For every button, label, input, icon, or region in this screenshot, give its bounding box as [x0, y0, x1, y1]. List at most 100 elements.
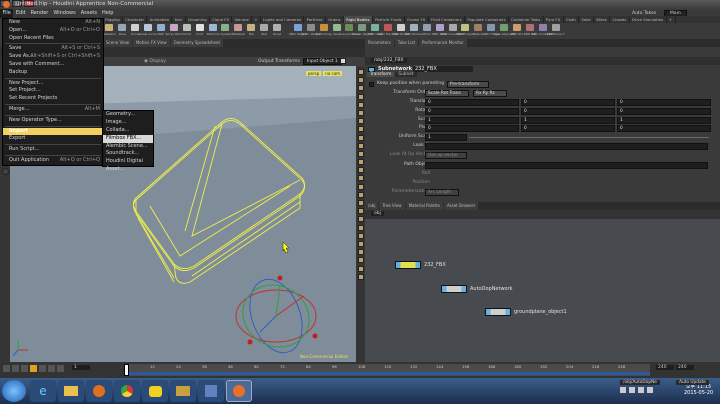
fast-forward-button[interactable]: [57, 365, 64, 372]
viewport-display-icon[interactable]: [357, 167, 364, 174]
shelf-tab-hair[interactable]: Hair: [172, 16, 186, 23]
menu-assets[interactable]: Assets: [78, 9, 99, 18]
file-menu-item-export[interactable]: Export: [3, 135, 103, 143]
tab-tree-view[interactable]: Tree View: [379, 202, 405, 210]
shelf-tool-pose[interactable]: Pose: [116, 23, 129, 39]
shelf-tab-add[interactable]: +: [252, 16, 261, 23]
viewport-display-icon[interactable]: [357, 77, 364, 84]
import-item-soundtrack[interactable]: Soundtrack...: [103, 150, 153, 158]
stop-button[interactable]: [30, 365, 37, 372]
tab-asset-browser[interactable]: Asset Browser: [443, 202, 479, 210]
shelf-tab-add[interactable]: +: [667, 16, 676, 23]
ie-icon[interactable]: e: [30, 380, 56, 402]
step-forward-button[interactable]: [48, 365, 55, 372]
viewport-display-icon[interactable]: [357, 126, 364, 133]
shelf-tool-glue-adjacent[interactable]: Glue Adjacent: [494, 23, 515, 39]
import-item-alembic-scene[interactable]: Alembic Scene...: [103, 143, 153, 151]
menu-file[interactable]: File: [0, 9, 14, 18]
file-menu-item-quit-application[interactable]: Quit Application Alt+Q or Ctrl+Q: [3, 157, 103, 165]
range-end-field[interactable]: 240: [676, 365, 694, 370]
file-menu-item-save-as[interactable]: Save As... Alt+Shift+S or Ctrl+Shift+S: [3, 53, 103, 61]
import-item-collada[interactable]: Collada...: [103, 127, 153, 135]
import-item-image[interactable]: Image...: [103, 119, 153, 127]
file-menu-item-save[interactable]: Save Alt+S or Ctrl+S: [3, 45, 103, 53]
shelf-tool-glue[interactable]: Glue: [330, 23, 343, 39]
tab-transform[interactable]: Transform: [367, 72, 395, 77]
shelf-tab-volume[interactable]: Volume: [232, 16, 253, 23]
shelf-tool-deforming[interactable]: Deforming: [316, 23, 332, 39]
shelf-tool-debris[interactable]: Debris: [472, 23, 485, 39]
network-path[interactable]: obj: [371, 211, 384, 216]
viewport-display-icon[interactable]: [357, 101, 364, 108]
node-232-fbx[interactable]: 232_FBX: [395, 261, 446, 269]
file-menu-item-run-script[interactable]: Run Script...: [3, 146, 103, 154]
viewport-display-icon[interactable]: [357, 69, 364, 75]
viewport-display-icon[interactable]: [357, 208, 364, 215]
scale-field-y[interactable]: 1: [521, 116, 615, 124]
shelf-tool-terrain-object[interactable]: Terrain Object: [352, 23, 373, 39]
translate-field-z[interactable]: 0: [617, 99, 711, 106]
volume-icon[interactable]: [629, 387, 635, 393]
input-object-select[interactable]: Input Object 1: [303, 58, 342, 65]
kakaotalk-icon[interactable]: [142, 380, 168, 402]
start-button[interactable]: [2, 380, 26, 402]
menu-render[interactable]: Render: [28, 9, 51, 18]
viewport-display-icon[interactable]: [357, 216, 364, 223]
shelf-tab-grains[interactable]: Grains: [326, 16, 344, 23]
cam-menu[interactable]: no cam: [323, 71, 343, 76]
translate-field-y[interactable]: 0: [521, 99, 615, 106]
houdini-taskbar-icon[interactable]: [226, 380, 252, 402]
shelf-tab-cloud-fx[interactable]: Cloud FX: [210, 16, 233, 23]
shelf-tab-solid[interactable]: Solid: [579, 16, 594, 23]
scale-field-z[interactable]: 1: [617, 116, 711, 124]
subnet-node-body[interactable]: [395, 261, 421, 269]
look-at-field[interactable]: [425, 143, 708, 150]
shelf-tab-animation[interactable]: Animation: [147, 16, 173, 23]
scale-field-x[interactable]: 1: [425, 116, 519, 124]
file-menu-item-set-project[interactable]: Set Project...: [3, 87, 103, 95]
shelf-tab-fluid-containers[interactable]: Fluid Containers: [429, 16, 466, 23]
keep-position-select[interactable]: Pre-transform: [447, 81, 489, 88]
display-options-button[interactable]: ◉ Display: [144, 59, 166, 64]
viewport-display-icon[interactable]: [357, 249, 364, 256]
file-menu-item-open[interactable]: Open... Alt+O or Ctrl+O: [3, 27, 103, 35]
shelf-tool-rbd-car[interactable]: RBD Car: [524, 23, 537, 39]
rotate-field-y[interactable]: 0: [521, 107, 615, 115]
shelf-tab-cloth[interactable]: Cloth: [564, 16, 580, 23]
file-menu-item-set-recent-projects[interactable]: Set Recent Projects: [3, 95, 103, 103]
camera-menu[interactable]: persp no cam: [306, 71, 343, 76]
shelf-tab-ocean-fx[interactable]: Ocean FX: [405, 16, 429, 23]
tab-parameters[interactable]: Parameters: [365, 39, 394, 47]
end-frame-field[interactable]: 240: [656, 365, 674, 370]
import-item-geometry[interactable]: Geometry...: [103, 111, 153, 119]
viewport-display-icon[interactable]: [357, 240, 364, 247]
shelf-tool-circle[interactable]: Circle: [180, 23, 193, 39]
file-menu-item-save-with-comment[interactable]: Save with Comment...: [3, 61, 103, 69]
play-reverse-button[interactable]: [21, 365, 28, 372]
translate-field-x[interactable]: 0: [425, 99, 519, 106]
pivot-field-z[interactable]: 0: [617, 125, 711, 133]
uniform-scale-field[interactable]: 1: [425, 134, 467, 141]
media-icon[interactable]: [86, 380, 112, 402]
parameterization-select[interactable]: Arc Length: [425, 189, 459, 196]
file-menu-item-open-recent-files[interactable]: Open Recent Files: [3, 35, 103, 43]
network-icon[interactable]: [620, 387, 626, 393]
file-menu-item-merge[interactable]: Merge... Alt+M: [3, 106, 103, 114]
shelf-tool-rbd-object[interactable]: RBD Object: [289, 23, 307, 39]
shelf-tool-curve[interactable]: Curve: [129, 23, 142, 39]
tab-performance-monitor[interactable]: Performance Monitor: [419, 39, 467, 47]
tab-motion-fx-view[interactable]: Motion FX View: [132, 39, 170, 47]
step-back-button[interactable]: [12, 365, 19, 372]
shelf-tab-populate-containers[interactable]: Populate Containers: [465, 16, 509, 23]
shelf-tool-platonic[interactable]: Platonic: [206, 23, 219, 39]
pin-icon[interactable]: [1, 168, 9, 175]
pivot-field-x[interactable]: 0: [425, 125, 519, 133]
play-button[interactable]: [39, 365, 46, 372]
tab-subnet[interactable]: Subnet: [395, 72, 417, 77]
node-name-field[interactable]: 232_FBX: [413, 66, 473, 72]
shelf-tab-grooming[interactable]: Grooming: [186, 16, 210, 23]
file-menu-item-new-operator-type[interactable]: New Operator Type...: [3, 117, 103, 125]
shelf-tab-rigid-bodies[interactable]: Rigid Bodies: [343, 16, 373, 23]
shelf-tab-container-tools[interactable]: Container Tools: [509, 16, 544, 23]
rotate-order-select[interactable]: Rx Ry Rz: [473, 90, 507, 97]
